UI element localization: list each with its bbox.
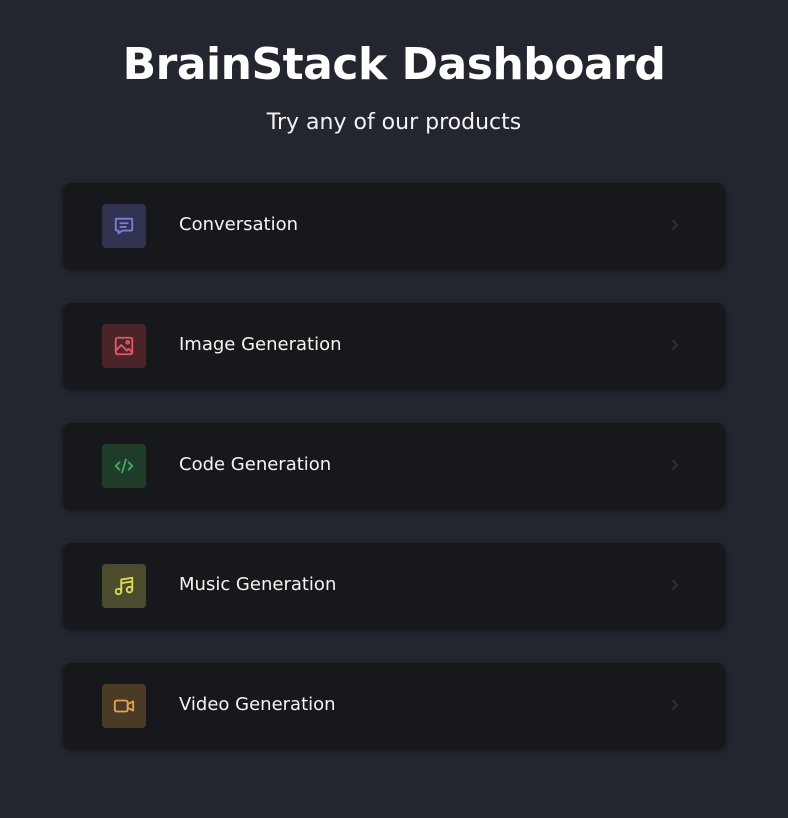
product-list: Conversation Image Generation Code Gener… (63, 183, 725, 783)
chevron-right-icon (672, 460, 678, 470)
product-card-code-generation[interactable]: Code Generation (63, 423, 725, 509)
video-generation-icon-tile (102, 684, 146, 728)
chevron-right-icon (672, 580, 678, 590)
product-label: Image Generation (179, 334, 342, 355)
product-label: Music Generation (179, 574, 337, 595)
chevron-right-icon (672, 340, 678, 350)
product-card-image-generation[interactable]: Image Generation (63, 303, 725, 389)
image-generation-icon-tile (102, 324, 146, 368)
music-icon (114, 576, 134, 596)
code-icon (114, 458, 134, 474)
code-generation-icon-tile (102, 444, 146, 488)
message-square-icon (114, 217, 134, 235)
chevron-right-icon (672, 700, 678, 710)
video-icon (113, 699, 135, 713)
product-card-conversation[interactable]: Conversation (63, 183, 725, 269)
product-card-music-generation[interactable]: Music Generation (63, 543, 725, 629)
conversation-icon-tile (102, 204, 146, 248)
product-label: Conversation (179, 214, 299, 235)
product-label: Code Generation (179, 454, 332, 475)
page-title: BrainStack Dashboard (122, 39, 666, 90)
product-label: Video Generation (179, 694, 336, 715)
product-card-video-generation[interactable]: Video Generation (63, 663, 725, 749)
page-subtitle: Try any of our products (266, 110, 522, 135)
page-header: BrainStack Dashboard Try any of our prod… (0, 0, 788, 138)
music-generation-icon-tile (102, 564, 146, 608)
chevron-right-icon (672, 220, 678, 230)
image-icon (114, 336, 134, 356)
